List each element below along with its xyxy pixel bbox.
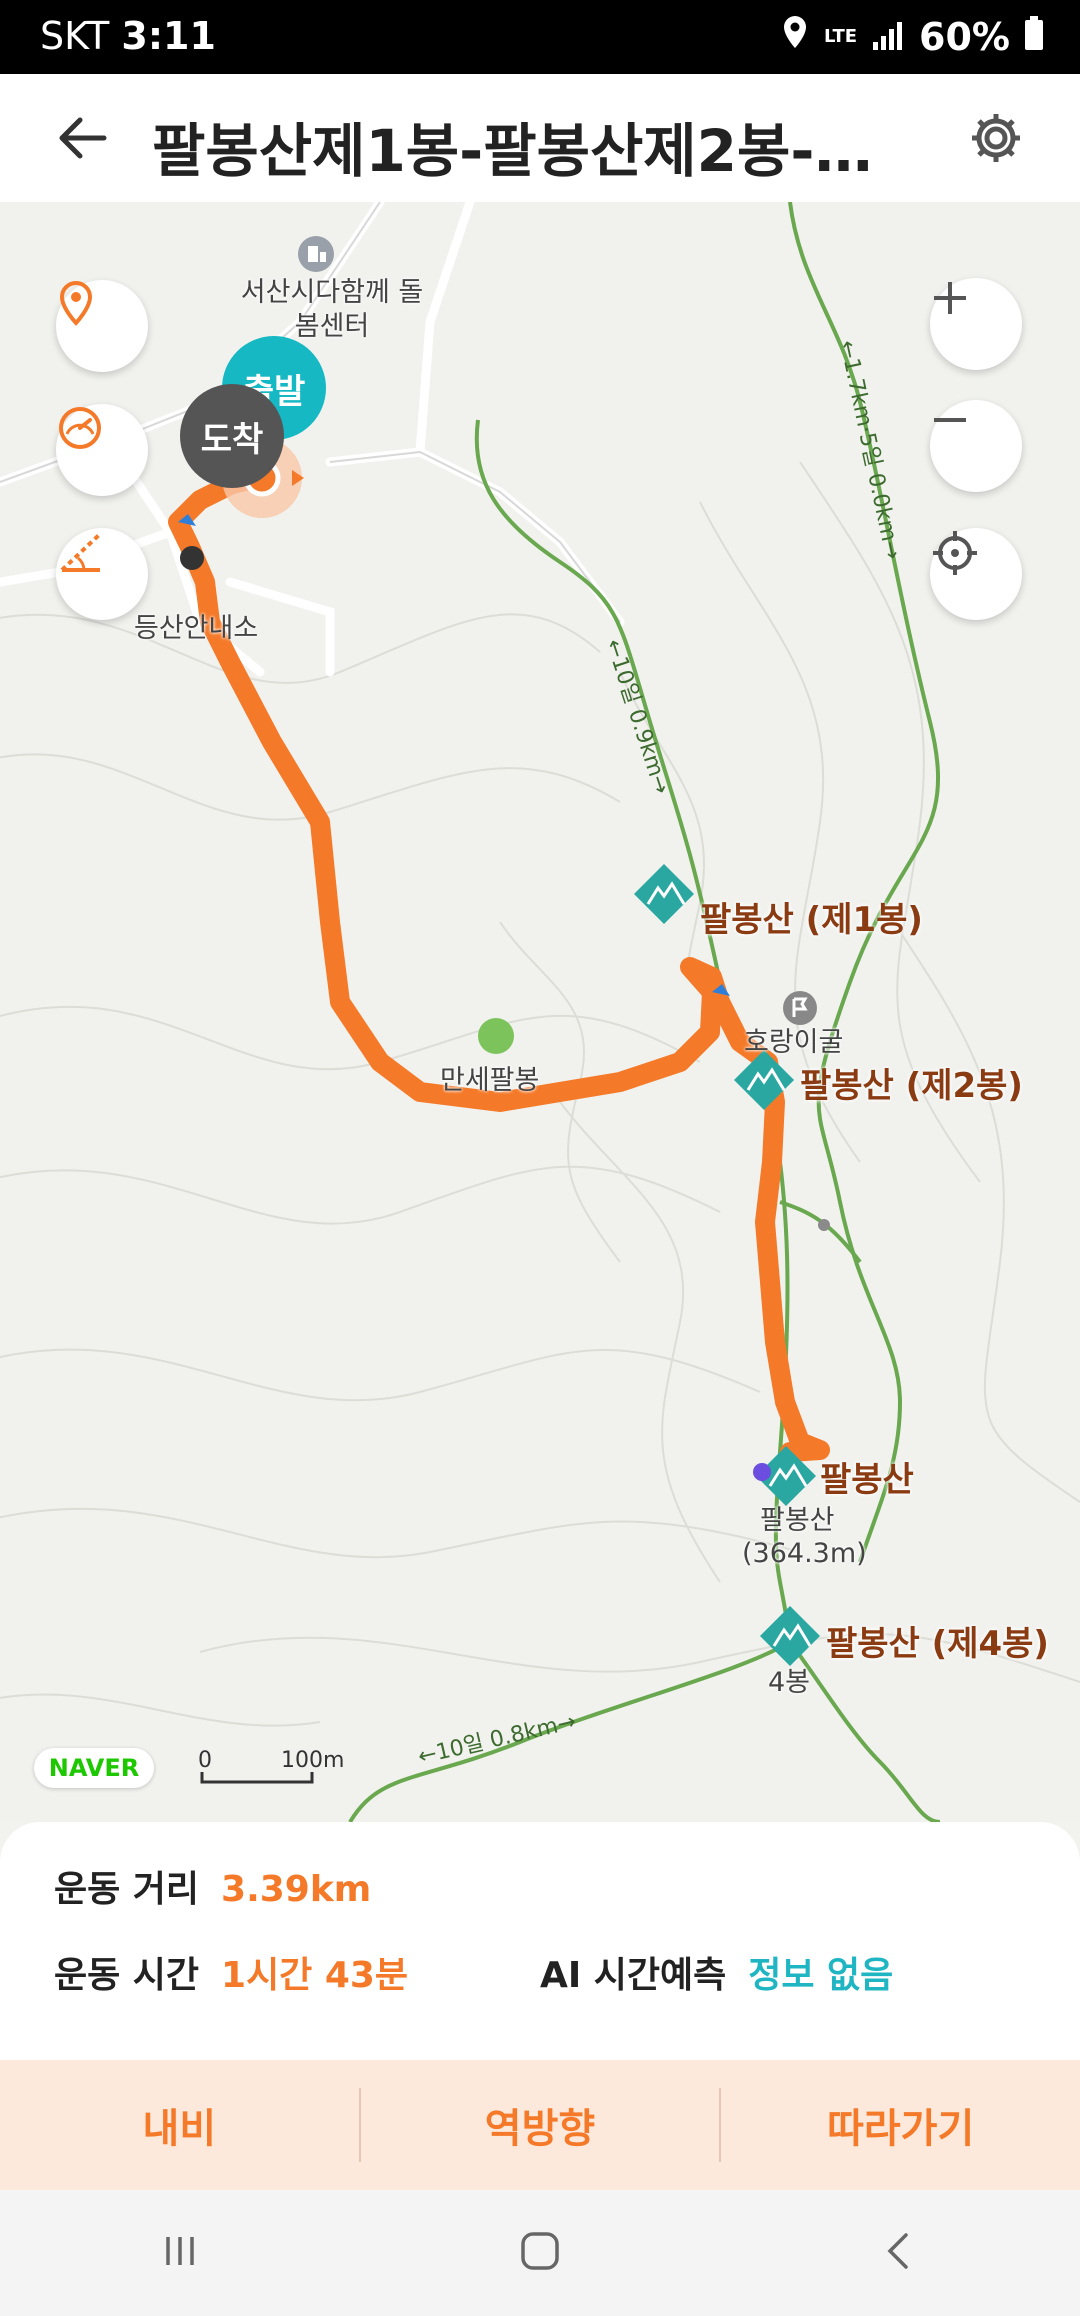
navigation-button[interactable]: 내비 — [0, 2096, 359, 2154]
time-row: 운동 시간 1시간 43분 — [54, 1946, 408, 1998]
back-icon[interactable] — [878, 2229, 922, 2277]
main-peak-elevation: (364.3m) — [742, 1538, 867, 1569]
peak-marker — [634, 864, 694, 924]
trail-label-c: ←10일 0.8km→ — [416, 1709, 579, 1770]
distance-value: 3.39km — [221, 1869, 372, 1910]
recent-apps-icon[interactable] — [158, 2229, 202, 2277]
status-right: LTE 60% — [780, 14, 1044, 59]
cave-label: 호랑이굴 — [744, 1027, 844, 1058]
trail-label-b: ←10일 0.9km→ — [600, 636, 674, 797]
back-arrow-icon[interactable] — [58, 116, 108, 160]
ai-estimate-row: AI 시간예측 정보 없음 — [540, 1946, 893, 1998]
scale-bar: 0 100m — [198, 1748, 344, 1773]
naver-logo: NAVER — [34, 1748, 154, 1788]
trail-junction-dot — [818, 1219, 830, 1231]
elevation-button[interactable] — [56, 528, 148, 620]
main-peak-label[interactable]: 팔봉산 — [820, 1452, 914, 1501]
stats-panel: 운동 거리 3.39km 운동 시간 1시간 43분 AI 시간예측 정보 없음 — [0, 1822, 1080, 2060]
carrier: SKT — [40, 14, 110, 58]
time-label: 운동 시간 — [54, 1955, 200, 1996]
ai-value: 정보 없음 — [748, 1955, 894, 1996]
page-title: 팔봉산제1봉-팔봉산제2봉-팔... — [152, 117, 892, 185]
peak1-label[interactable]: 팔봉산 (제1봉) — [700, 892, 923, 941]
ai-label: AI 시간예측 — [540, 1955, 727, 1996]
main-peak-name: 팔봉산 — [760, 1505, 835, 1536]
map-view[interactable]: ←1.7km·5일 0.0km→ ←10일 0.9km→ ←10일 0.8km→… — [0, 202, 1080, 1822]
map-label-center: 서산시다함께 돌봄센터 — [240, 277, 424, 342]
action-bar: 내비 역방향 따라가기 — [0, 2060, 1080, 2190]
distance-row: 운동 거리 3.39km — [54, 1860, 371, 1912]
zoom-in-button[interactable] — [930, 278, 1022, 370]
trailhead-marker — [180, 546, 204, 570]
manse-marker — [478, 1018, 514, 1054]
end-bubble[interactable]: 도착 — [180, 384, 284, 488]
route-line — [168, 470, 830, 1462]
signal-icon — [871, 15, 905, 59]
gear-icon[interactable] — [968, 110, 1024, 166]
status-left: SKT 3:11 — [40, 14, 216, 58]
map-canvas: ←1.7km·5일 0.0km→ ←10일 0.9km→ ←10일 0.8km→ — [0, 202, 1080, 1822]
time-value: 1시간 43분 — [221, 1955, 409, 1996]
home-icon[interactable] — [518, 2229, 562, 2277]
peak4-short-label: 4봉 — [768, 1667, 811, 1698]
location-pin-button[interactable] — [56, 280, 148, 372]
scale-label: 100m — [281, 1748, 345, 1773]
status-bar: SKT 3:11 LTE 60% — [0, 0, 1080, 74]
peak4-label[interactable]: 팔봉산 (제4봉) — [826, 1616, 1049, 1665]
speed-button[interactable] — [56, 404, 148, 496]
network-type: LTE — [823, 26, 858, 47]
peak2-label[interactable]: 팔봉산 (제2봉) — [800, 1058, 1023, 1107]
battery-icon — [1024, 15, 1044, 59]
peak-marker — [760, 1606, 820, 1666]
battery-percent: 60% — [919, 14, 1010, 59]
reverse-button[interactable]: 역방향 — [361, 2096, 720, 2154]
scale-zero: 0 — [198, 1748, 212, 1773]
zoom-out-button[interactable] — [930, 400, 1022, 492]
my-location-button[interactable] — [930, 528, 1022, 620]
clock: 3:11 — [121, 14, 216, 58]
distance-label: 운동 거리 — [54, 1869, 200, 1910]
system-nav-bar — [0, 2190, 1080, 2316]
location-status-icon — [780, 14, 810, 59]
follow-button[interactable]: 따라가기 — [721, 2096, 1080, 2154]
map-label-trailhead: 등산안내소 — [134, 613, 259, 644]
manse-label: 만세팔봉 — [440, 1065, 540, 1096]
app-header: 팔봉산제1봉-팔봉산제2봉-팔... — [0, 74, 1080, 202]
peak-marker — [734, 1050, 794, 1110]
